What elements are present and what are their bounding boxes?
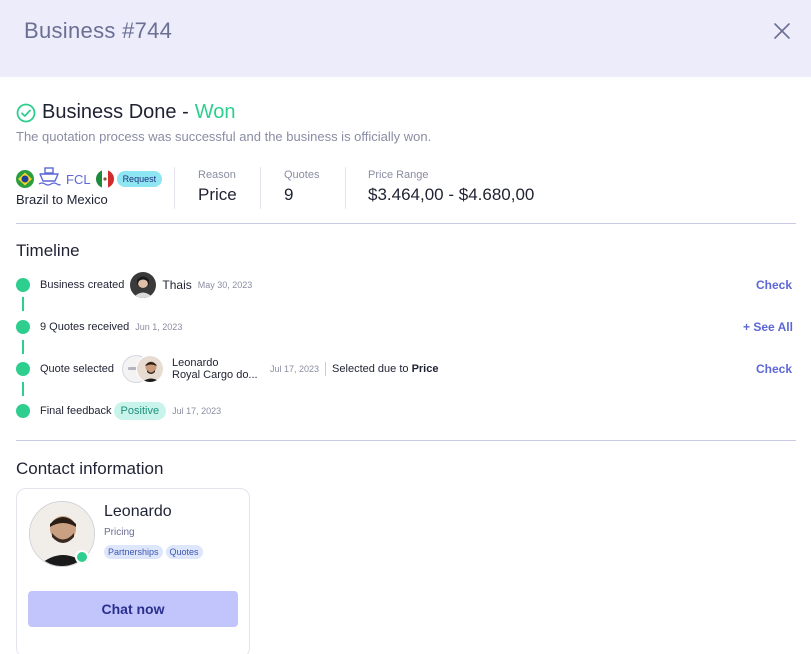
- ship-icon: [37, 166, 61, 193]
- timeline-person: Thais: [162, 278, 192, 292]
- contact-title: Contact information: [16, 459, 164, 478]
- timeline-person: Leonardo: [172, 357, 219, 369]
- timeline-title: Timeline: [16, 241, 80, 260]
- check-link[interactable]: Check: [756, 362, 792, 376]
- status-heading: Business Done - Won: [16, 101, 236, 124]
- page-title: Business #744: [24, 18, 173, 43]
- price-range-value: $3.464,00 - $4.680,00: [368, 185, 535, 204]
- timeline-item-selected: Quote selected Leonardo Royal Cargo do..…: [40, 355, 438, 383]
- check-link[interactable]: Check: [756, 278, 792, 292]
- divider: [345, 167, 346, 209]
- avatar: [136, 355, 164, 383]
- timeline-dot: [16, 320, 30, 334]
- request-badge: Request: [116, 171, 163, 187]
- avatar: [130, 272, 157, 298]
- selection-note: Selected due to Price: [332, 363, 438, 375]
- timeline-label: Final feedback: [40, 405, 112, 417]
- reason-label: Reason: [198, 169, 236, 181]
- tag: Quotes: [165, 545, 203, 559]
- online-status-indicator: [75, 550, 89, 564]
- timeline-dot: [16, 404, 30, 418]
- chat-now-button[interactable]: Chat now: [28, 591, 238, 627]
- contact-tags: Partnerships Quotes: [104, 545, 203, 559]
- shipment-mode: FCL: [66, 171, 91, 187]
- selection-note-text: Selected due to: [332, 363, 409, 375]
- brazil-flag-icon: [16, 170, 34, 188]
- timeline-date: Jul 17, 2023: [172, 406, 222, 416]
- timeline-date: May 30, 2023: [197, 280, 253, 290]
- divider: [260, 167, 261, 209]
- modal-header: Business #744: [0, 0, 811, 77]
- quotes-label: Quotes: [284, 169, 320, 181]
- timeline-date: Jul 17, 2023: [270, 364, 320, 374]
- timeline-label: Business created: [40, 279, 125, 291]
- timeline-date: Jun 1, 2023: [135, 322, 183, 332]
- see-all-link[interactable]: + See All: [743, 320, 793, 334]
- status-description: The quotation process was successful and…: [16, 129, 432, 144]
- contact-card: Leonardo Pricing Partnerships Quotes Cha…: [16, 488, 250, 654]
- separator: [325, 362, 327, 376]
- timeline-connector: [22, 297, 24, 311]
- timeline-label: Quote selected: [40, 363, 114, 375]
- price-range-stat: Price Range $3.464,00 - $4.680,00: [368, 169, 534, 205]
- quotes-value: 9: [284, 185, 294, 204]
- mexico-flag-icon: [95, 170, 114, 188]
- timeline-item-quotes: 9 Quotes received Jun 1, 2023: [40, 313, 182, 341]
- selected-contact: Leonardo Royal Cargo do...: [172, 357, 264, 381]
- timeline-item-created: Business created Thais May 30, 2023: [40, 271, 252, 299]
- timeline-connector: [22, 382, 24, 396]
- status-title: Business Done -: [42, 101, 189, 123]
- timeline-company: Royal Cargo do...: [172, 369, 258, 381]
- route-info: FCL Request Brazil to Mexico: [16, 166, 163, 207]
- quotes-stat: Quotes 9: [284, 169, 319, 205]
- status-result: Won: [194, 101, 236, 123]
- selection-reason: Price: [411, 363, 439, 375]
- price-range-label: Price Range: [368, 169, 429, 181]
- contact-role: Pricing: [104, 527, 135, 538]
- avatar-group: [120, 355, 166, 383]
- reason-value: Price: [198, 185, 237, 204]
- tag: Partnerships: [104, 545, 163, 559]
- timeline-item-feedback: Final feedback Positive Jul 17, 2023: [40, 397, 221, 425]
- section-divider: [16, 223, 796, 224]
- route-text: Brazil to Mexico: [16, 192, 108, 207]
- divider: [174, 167, 175, 209]
- reason-stat: Reason Price: [198, 169, 237, 205]
- timeline-dot: [16, 362, 30, 376]
- timeline-connector: [22, 340, 24, 354]
- timeline-label: 9 Quotes received: [40, 321, 130, 333]
- timeline-dot: [16, 278, 30, 292]
- check-circle-icon: [16, 103, 36, 122]
- feedback-badge: Positive: [113, 402, 167, 420]
- contact-name: Leonardo: [104, 503, 172, 520]
- close-icon[interactable]: [770, 19, 794, 43]
- section-divider: [16, 440, 796, 441]
